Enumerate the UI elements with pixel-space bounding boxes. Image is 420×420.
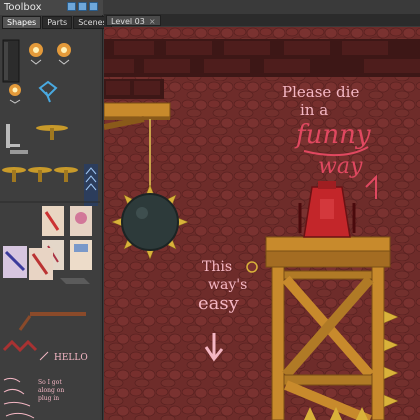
easy-line-1: This [202,259,232,275]
sign-line-2: in a [300,101,328,119]
poster-thumb-2[interactable] [70,206,92,236]
note-line-1: So I got [38,379,62,386]
toolbox-title-text: Toolbox [4,2,42,13]
level-canvas[interactable]: Please die in a funny way This way's eas… [104,27,420,420]
table-thumb-3[interactable] [28,167,52,182]
arrows-thumb[interactable] [84,164,98,206]
table-thumb-2[interactable] [2,167,26,182]
sign-line-1: Please die [282,83,359,101]
lamp-thumb-2[interactable] [57,43,71,65]
document-tab-bar: Level 03 × [104,14,420,26]
handwriting-thumb[interactable]: So I got along on plug in [3,377,64,419]
poster-thumb-4[interactable] [70,240,92,270]
shapes-grid: HELLO So I got along on plug in [0,30,100,420]
close-icon[interactable]: × [149,17,156,26]
plank-thumb[interactable] [10,150,28,154]
level-scene: Please die in a funny way This way's eas… [104,27,420,420]
ladder-thumb[interactable] [18,312,86,331]
crate-thumb[interactable] [60,278,90,284]
poster-thumb-6[interactable] [29,248,53,280]
lamp-thumb-1[interactable] [29,43,43,65]
toolbox-buttons [67,2,98,11]
tab-shapes[interactable]: Shapes [2,16,42,29]
bracket-thumb[interactable] [6,124,20,148]
tab-parts[interactable]: Parts [42,16,73,29]
sign-funny: funny [294,120,371,150]
tab-level-03[interactable]: Level 03 × [106,15,161,26]
new-icon[interactable] [67,2,76,11]
note-thumb[interactable]: HELLO [39,351,88,363]
toolbox-panel: Toolbox Shapes Parts Scenes HELLO So I g… [0,0,112,420]
stairs-thumb[interactable] [2,339,38,353]
easy-line-2: way's [208,277,247,293]
level-tab-label: Level 03 [111,17,145,26]
easy-line-3: easy [198,293,240,314]
lamp-thumb-3[interactable] [9,84,21,104]
stone-pillar-thumb[interactable] [2,39,20,83]
shapes-grid-svg: HELLO So I got along on plug in [0,39,100,419]
wire-thumb[interactable] [38,80,58,103]
toolbox-tabs: Shapes Parts Scenes [2,16,112,29]
save-icon[interactable] [89,2,98,11]
open-icon[interactable] [78,2,87,11]
poster-thumb-1[interactable] [42,206,64,236]
sign-way: way [318,154,363,179]
table-thumb-1[interactable] [36,125,68,140]
note-hello: HELLO [54,353,88,363]
table-thumb-4[interactable] [54,167,78,182]
note-line-3: plug in [38,395,59,402]
poster-thumb-5[interactable] [3,246,27,278]
note-line-2: along on [38,387,64,394]
app-window: Toolbox Shapes Parts Scenes HELLO So I g… [0,0,420,420]
